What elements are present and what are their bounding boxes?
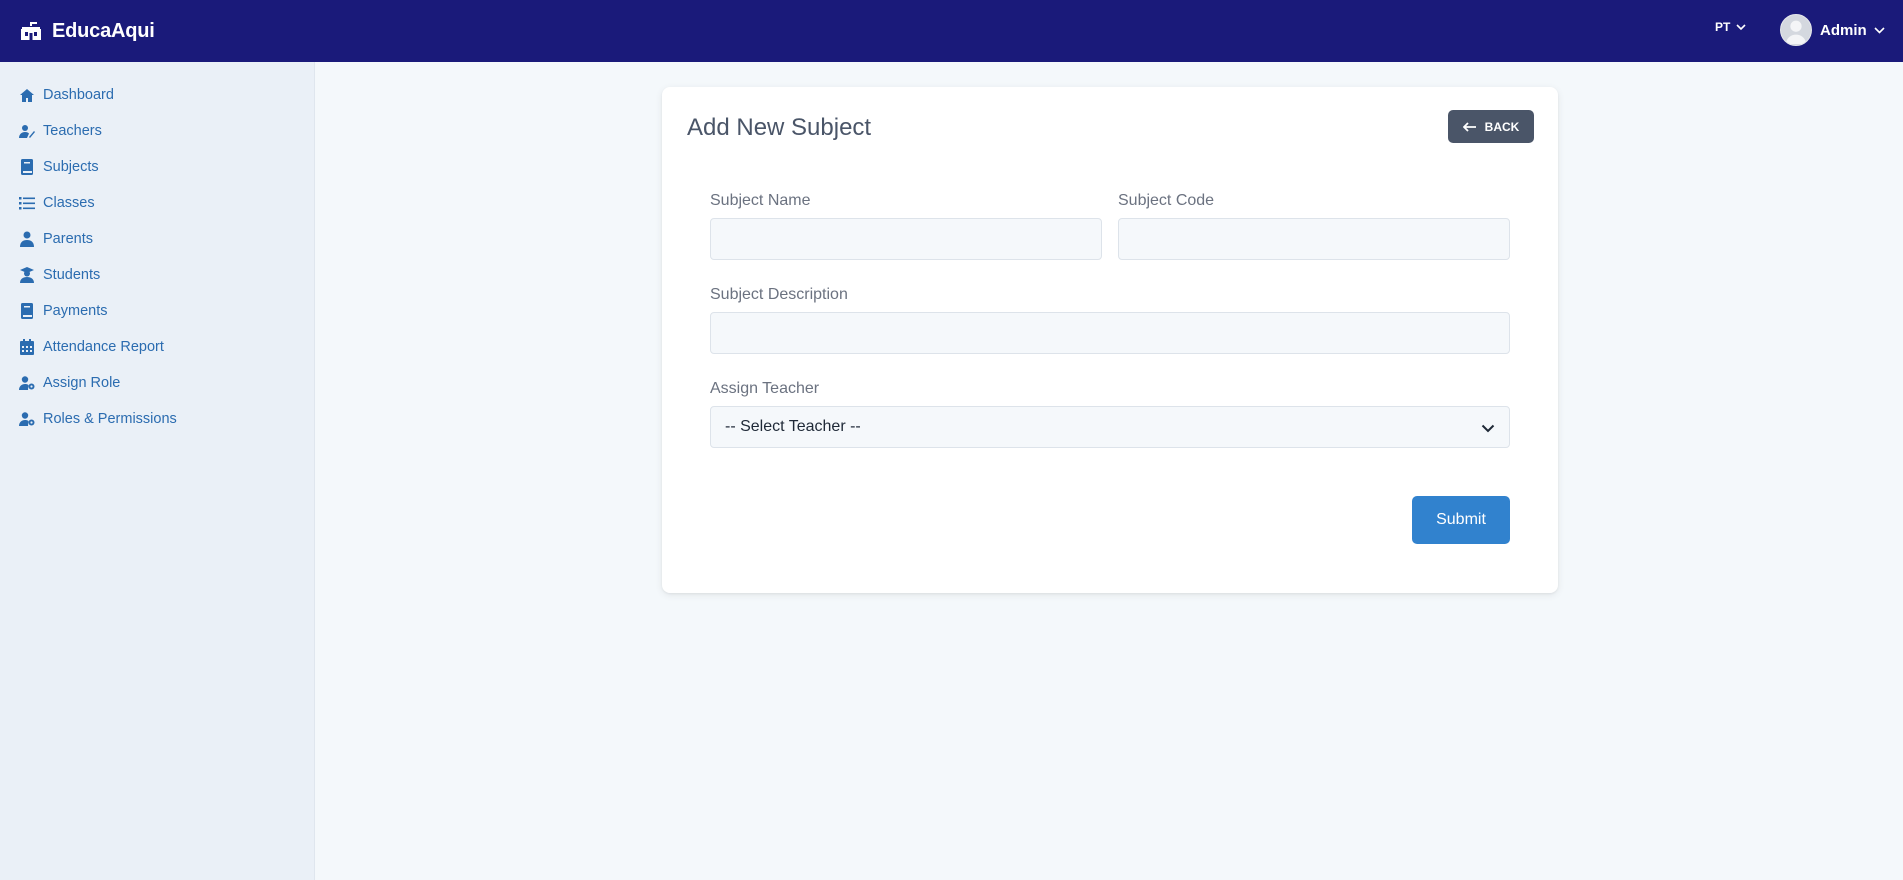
sidebar-item-payments[interactable]: Payments	[0, 293, 314, 329]
teacher-icon	[19, 123, 35, 139]
sidebar-item-label: Dashboard	[43, 87, 114, 103]
subject-name-input[interactable]	[710, 218, 1102, 260]
avatar	[1780, 14, 1812, 46]
sidebar-item-parents[interactable]: Parents	[0, 221, 314, 257]
sidebar-item-label: Teachers	[43, 123, 102, 139]
app-name: EducaAqui	[52, 19, 155, 42]
sidebar-item-teachers[interactable]: Teachers	[0, 113, 314, 149]
brand[interactable]: EducaAqui	[18, 19, 155, 43]
sidebar-item-roles-permissions[interactable]: Roles & Permissions	[0, 401, 314, 437]
book-icon	[19, 159, 35, 175]
user-menu[interactable]: Admin	[1780, 14, 1885, 46]
subject-description-label: Subject Description	[710, 286, 848, 303]
language-code: PT	[1715, 20, 1731, 34]
assign-teacher-select[interactable]: -- Select Teacher --	[710, 406, 1510, 448]
book-icon	[19, 303, 35, 319]
subject-name-label: Subject Name	[710, 192, 811, 209]
list-icon	[19, 195, 35, 211]
school-icon	[18, 19, 44, 43]
sidebar-nav: Dashboard Teachers Subjects Classes Pare…	[0, 62, 314, 437]
subject-code-input[interactable]	[1118, 218, 1510, 260]
sidebar-item-label: Assign Role	[43, 375, 121, 391]
user-cog-icon	[19, 375, 35, 391]
back-button[interactable]: BACK	[1448, 110, 1534, 143]
graduate-icon	[19, 267, 35, 283]
subject-code-label: Subject Code	[1118, 192, 1215, 209]
chevron-down-icon	[1874, 21, 1885, 39]
sidebar-item-classes[interactable]: Classes	[0, 185, 314, 221]
sidebar-item-assign-role[interactable]: Assign Role	[0, 365, 314, 401]
language-selector[interactable]: PT	[1715, 20, 1746, 34]
sidebar-item-label: Students	[43, 267, 101, 283]
subject-description-input[interactable]	[710, 312, 1510, 354]
sidebar-item-students[interactable]: Students	[0, 257, 314, 293]
sidebar-item-attendance-report[interactable]: Attendance Report	[0, 329, 314, 365]
sidebar: Dashboard Teachers Subjects Classes Pare…	[0, 62, 315, 880]
calendar-icon	[19, 339, 35, 355]
assign-teacher-label: Assign Teacher	[710, 380, 820, 397]
user-name: Admin	[1820, 21, 1867, 39]
person-icon	[19, 231, 35, 247]
add-subject-card: Add New Subject BACK Subject Name Subjec…	[662, 87, 1558, 593]
arrow-left-icon	[1462, 121, 1477, 132]
top-navbar: EducaAqui PT Admin	[0, 0, 1903, 62]
sidebar-item-label: Attendance Report	[43, 339, 164, 355]
assign-teacher-selected: -- Select Teacher --	[725, 418, 861, 435]
chevron-down-icon	[1481, 420, 1495, 438]
sidebar-item-dashboard[interactable]: Dashboard	[0, 77, 314, 113]
sidebar-item-label: Classes	[43, 195, 95, 211]
page-title: Add New Subject	[687, 114, 872, 141]
back-button-label: BACK	[1484, 119, 1520, 134]
sidebar-item-label: Subjects	[43, 159, 99, 175]
sidebar-item-label: Roles & Permissions	[43, 411, 177, 427]
sidebar-item-subjects[interactable]: Subjects	[0, 149, 314, 185]
submit-button[interactable]: Submit	[1412, 496, 1510, 544]
submit-button-label: Submit	[1436, 511, 1486, 528]
sidebar-item-label: Payments	[43, 303, 108, 319]
sidebar-item-label: Parents	[43, 231, 93, 247]
user-cog-icon	[19, 411, 35, 427]
home-icon	[19, 87, 35, 103]
chevron-down-icon	[1736, 20, 1746, 34]
